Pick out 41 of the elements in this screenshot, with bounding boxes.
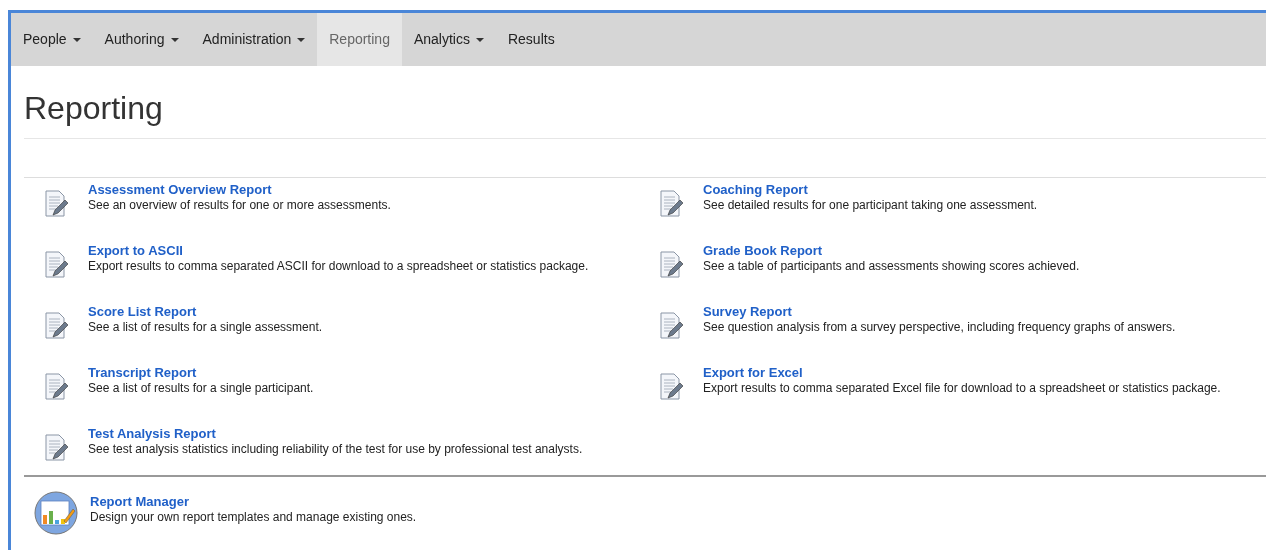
report-description: See a list of results for a single assessment. [88,320,323,335]
report-link[interactable]: Survey Report [703,304,792,320]
report-link[interactable]: Test Analysis Report [88,426,216,442]
report-link[interactable]: Grade Book Report [703,243,823,259]
report-link[interactable]: Export for Excel [703,365,803,381]
caret-icon [72,37,81,42]
document-pencil-icon [44,190,68,218]
document-pencil-icon [659,373,683,401]
report-description: Export results to comma separated Excel file for download to a spreadsheet or statistics package. [703,381,1221,396]
report-link[interactable]: Transcript Report [88,365,197,381]
report-link[interactable]: Coaching Report [703,182,808,198]
report-description: See a list of results for a single participant. [88,381,314,396]
report-link[interactable]: Export to ASCII [88,243,183,259]
report-description: See an overview of results for one or more assessments. [88,198,391,213]
report-link[interactable]: Report Manager [90,494,189,510]
report-description: Export results to comma separated ASCII for download to a spreadsheet or statistics package. [88,259,589,274]
chart-sheet-icon [34,491,78,535]
report-description: See detailed results for one participant taking one assessment. [703,198,1038,213]
report-link[interactable]: Score List Report [88,304,197,320]
nav-tab[interactable]: Authoring [92,13,191,66]
page-title: Reporting [24,89,164,128]
report-link[interactable]: Assessment Overview Report [88,182,272,198]
document-pencil-icon [659,312,683,340]
document-pencil-icon [659,190,683,218]
report-description: See test analysis statistics including reliability of the test for use by professional test analysts. [88,442,583,457]
document-pencil-icon [44,312,68,340]
report-description: Design your own report templates and manage existing ones. [90,510,417,525]
document-pencil-icon [659,251,683,279]
caret-icon [170,37,179,42]
document-pencil-icon [44,434,68,462]
report-description: See question analysis from a survey perspective, including frequency graphs of answers. [703,320,1176,335]
report-description: See a table of participants and assessments showing scores achieved. [703,259,1080,274]
document-pencil-icon [44,373,68,401]
nav-tab[interactable]: Administration [190,13,318,66]
nav-tab[interactable]: Reporting [317,13,402,66]
caret-icon [297,37,306,42]
nav-tab[interactable]: People [11,13,93,66]
nav-tab[interactable]: Analytics [401,13,496,66]
caret-icon [475,37,484,42]
nav-tab[interactable]: Results [495,13,567,66]
document-pencil-icon [44,251,68,279]
